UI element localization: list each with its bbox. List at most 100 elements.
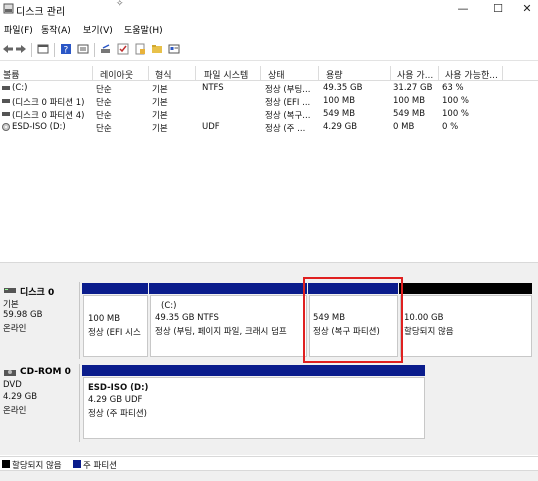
- partition-header-bar: [82, 283, 148, 294]
- cell-volume: ESD-ISO (D:): [12, 122, 66, 132]
- toolbar-separator: [94, 43, 95, 57]
- table-row[interactable]: ESD-ISO (D:) 단순 기본 UDF 정상 (주 ... 4.29 GB…: [0, 121, 538, 134]
- cell-volume: (디스크 0 파티션 1): [12, 98, 85, 108]
- back-icon[interactable]: [2, 43, 14, 55]
- cd-drive-icon: [4, 370, 16, 376]
- cell-free: 100 MB: [393, 96, 426, 106]
- forward-icon[interactable]: [15, 43, 27, 55]
- cell-type: 기본: [152, 111, 168, 121]
- unallocated-header-bar: [399, 283, 532, 294]
- cell-layout: 단순: [96, 111, 112, 121]
- toolbar-separator: [54, 43, 55, 57]
- menu-bar: 파일(F) 동작(A) 보기(V) 도움말(H): [0, 20, 538, 36]
- partition-label: ESD-ISO (D:): [88, 383, 149, 393]
- col-status[interactable]: 상태: [268, 68, 285, 81]
- cell-type: 기본: [152, 98, 168, 108]
- disk-status: 온라인: [3, 406, 27, 416]
- cd-volume-icon: [2, 123, 10, 131]
- column-divider[interactable]: [502, 66, 503, 80]
- partition-label: (C:): [161, 301, 177, 311]
- cell-status: 정상 (주 ...: [265, 124, 306, 134]
- partition-header-bar: [82, 365, 425, 376]
- col-layout[interactable]: 레이아웃: [100, 68, 133, 81]
- column-divider[interactable]: [438, 66, 439, 80]
- cell-capacity: 4.29 GB: [323, 122, 358, 132]
- volume-icon: [2, 112, 10, 116]
- toolbar-separator: [31, 43, 32, 57]
- menu-file[interactable]: 파일(F): [4, 23, 33, 36]
- disk-type: 기본: [3, 300, 19, 310]
- partition-unallocated[interactable]: 10.00 GB 할당되지 않음: [400, 295, 532, 357]
- open-folder-icon[interactable]: [151, 43, 163, 55]
- partition-size: 4.29 GB UDF: [88, 395, 143, 405]
- column-divider[interactable]: [92, 66, 93, 80]
- col-volume[interactable]: 볼륨: [3, 68, 20, 81]
- cell-percent: 100 %: [442, 109, 470, 119]
- properties-icon[interactable]: [77, 43, 89, 55]
- details-icon[interactable]: [168, 43, 180, 55]
- volume-icon: [2, 86, 10, 90]
- col-type[interactable]: 형식: [155, 68, 172, 81]
- disk-size: 4.29 GB: [3, 392, 38, 402]
- disk-type: DVD: [3, 380, 22, 390]
- cell-percent: 100 %: [442, 96, 470, 106]
- partition-status: 정상 (부팅, 페이지 파일, 크래시 덤프: [155, 327, 287, 337]
- cell-free: 549 MB: [393, 109, 426, 119]
- column-divider[interactable]: [318, 66, 319, 80]
- check-icon[interactable]: [117, 43, 129, 55]
- disk-size: 59.98 GB: [3, 310, 43, 320]
- menu-action[interactable]: 동작(A): [41, 23, 71, 36]
- col-percent-free[interactable]: 사용 가능한...: [445, 68, 498, 81]
- menu-view[interactable]: 보기(V): [83, 23, 113, 36]
- partition-c[interactable]: (C:) 49.35 GB NTFS 정상 (부팅, 페이지 파일, 크래시 덤…: [150, 295, 307, 357]
- close-button[interactable]: ✕: [512, 0, 538, 18]
- console-icon[interactable]: [37, 43, 49, 55]
- menu-help[interactable]: 도움말(H): [124, 23, 163, 36]
- partition-size: 100 MB: [88, 314, 121, 324]
- volume-icon: [2, 99, 10, 103]
- partition-status: 정상 (주 파티션): [88, 409, 147, 419]
- cell-capacity: 49.35 GB: [323, 83, 363, 93]
- disk-status: 온라인: [3, 324, 27, 334]
- partition-esd-iso[interactable]: ESD-ISO (D:) 4.29 GB UDF 정상 (주 파티션): [83, 377, 425, 439]
- table-row[interactable]: (디스크 0 파티션 1) 단순 기본 정상 (EFI ... 100 MB 1…: [0, 95, 538, 108]
- svg-text:?: ?: [64, 46, 69, 56]
- toolbar: ?: [0, 40, 538, 61]
- disk-management-icon: [3, 3, 14, 14]
- unallocated-swatch: [2, 460, 10, 468]
- volume-table-header: 볼륨 레이아웃 형식 파일 시스템 상태 용량 사용 가... 사용 가능한..…: [0, 66, 538, 81]
- col-capacity[interactable]: 용량: [326, 68, 343, 81]
- maximize-button[interactable]: ☐: [483, 0, 513, 18]
- col-filesystem[interactable]: 파일 시스템: [204, 68, 248, 81]
- cell-layout: 단순: [96, 85, 112, 95]
- cdrom-0-label[interactable]: CD-ROM 0 DVD 4.29 GB 온라인: [0, 364, 80, 442]
- column-divider[interactable]: [260, 66, 261, 80]
- cell-percent: 63 %: [442, 83, 464, 93]
- column-divider[interactable]: [195, 66, 196, 80]
- title-bar: 디스크 관리 ✧ — ☐ ✕: [0, 0, 538, 18]
- new-volume-icon[interactable]: [134, 43, 146, 55]
- cell-free: 31.27 GB: [393, 83, 433, 93]
- disk-0-label[interactable]: 디스크 0 기본 59.98 GB 온라인: [0, 282, 80, 359]
- partition-status: 할당되지 않음: [404, 327, 454, 337]
- window-title: 디스크 관리: [16, 7, 66, 18]
- status-bar: [0, 470, 538, 481]
- cell-free: 0 MB: [393, 122, 415, 132]
- column-divider[interactable]: [390, 66, 391, 80]
- cell-percent: 0 %: [442, 122, 459, 132]
- cell-capacity: 100 MB: [323, 96, 356, 106]
- col-free[interactable]: 사용 가...: [397, 68, 433, 81]
- partition-size: 49.35 GB NTFS: [155, 313, 219, 323]
- cell-filesystem: NTFS: [202, 83, 224, 93]
- disk-icon[interactable]: [100, 43, 112, 55]
- primary-swatch: [73, 460, 81, 468]
- minimize-button[interactable]: —: [448, 0, 478, 18]
- table-row[interactable]: (디스크 0 파티션 4) 단순 기본 정상 (복구... 549 MB 549…: [0, 108, 538, 121]
- partition-efi[interactable]: 100 MB 정상 (EFI 시스: [83, 295, 148, 357]
- cell-volume: (디스크 0 파티션 4): [12, 111, 85, 121]
- table-row[interactable]: (C:) 단순 기본 NTFS 정상 (부팅... 49.35 GB 31.27…: [0, 82, 538, 95]
- column-divider[interactable]: [148, 66, 149, 80]
- hard-disk-icon: [4, 288, 16, 293]
- help-icon[interactable]: ?: [60, 43, 72, 55]
- partition-size: 10.00 GB: [404, 313, 444, 323]
